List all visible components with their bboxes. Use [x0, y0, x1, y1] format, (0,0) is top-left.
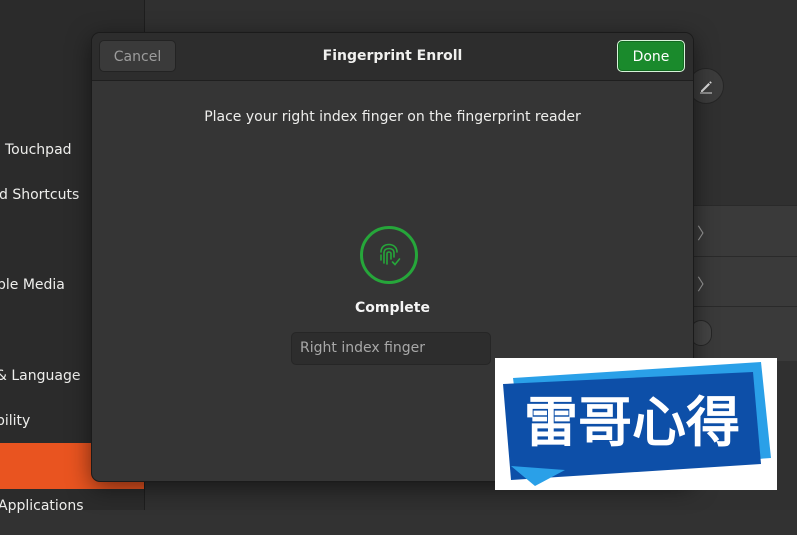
dialog-title: Fingerprint Enroll	[322, 48, 463, 64]
enroll-instruction: Place your right index finger on the fin…	[204, 109, 581, 125]
chevron-right-icon[interactable]: 〉	[697, 271, 713, 295]
chevron-right-icon[interactable]: 〉	[697, 220, 713, 244]
sidebar-item-label: Applications	[0, 498, 84, 514]
fingerprint-status-ring	[360, 226, 418, 284]
sidebar-item-label: & Language	[0, 368, 81, 384]
edit-avatar-button[interactable]	[688, 68, 724, 104]
enroll-status: Complete	[355, 300, 430, 316]
watermark-graphic: 雷哥心得	[503, 362, 771, 486]
watermark-logo: 雷哥心得	[495, 358, 777, 490]
watermark-text: 雷哥心得	[524, 391, 740, 454]
finger-name-field: Right index finger	[291, 332, 491, 365]
list-divider	[690, 306, 797, 307]
list-divider	[690, 256, 797, 257]
sidebar-item-default-applications[interactable]: Applications	[0, 489, 144, 535]
sidebar-item-label: bility	[0, 413, 31, 429]
toggle-switch[interactable]	[690, 320, 712, 346]
sidebar-item-label: Touchpad	[5, 142, 72, 158]
sidebar-item-label: d Shortcuts	[0, 187, 80, 203]
fingerprint-icon	[380, 243, 401, 266]
cancel-button[interactable]: Cancel	[99, 40, 176, 72]
done-button[interactable]: Done	[617, 40, 685, 72]
sidebar-item-label: ble Media	[0, 277, 65, 293]
edit-icon	[700, 81, 712, 94]
